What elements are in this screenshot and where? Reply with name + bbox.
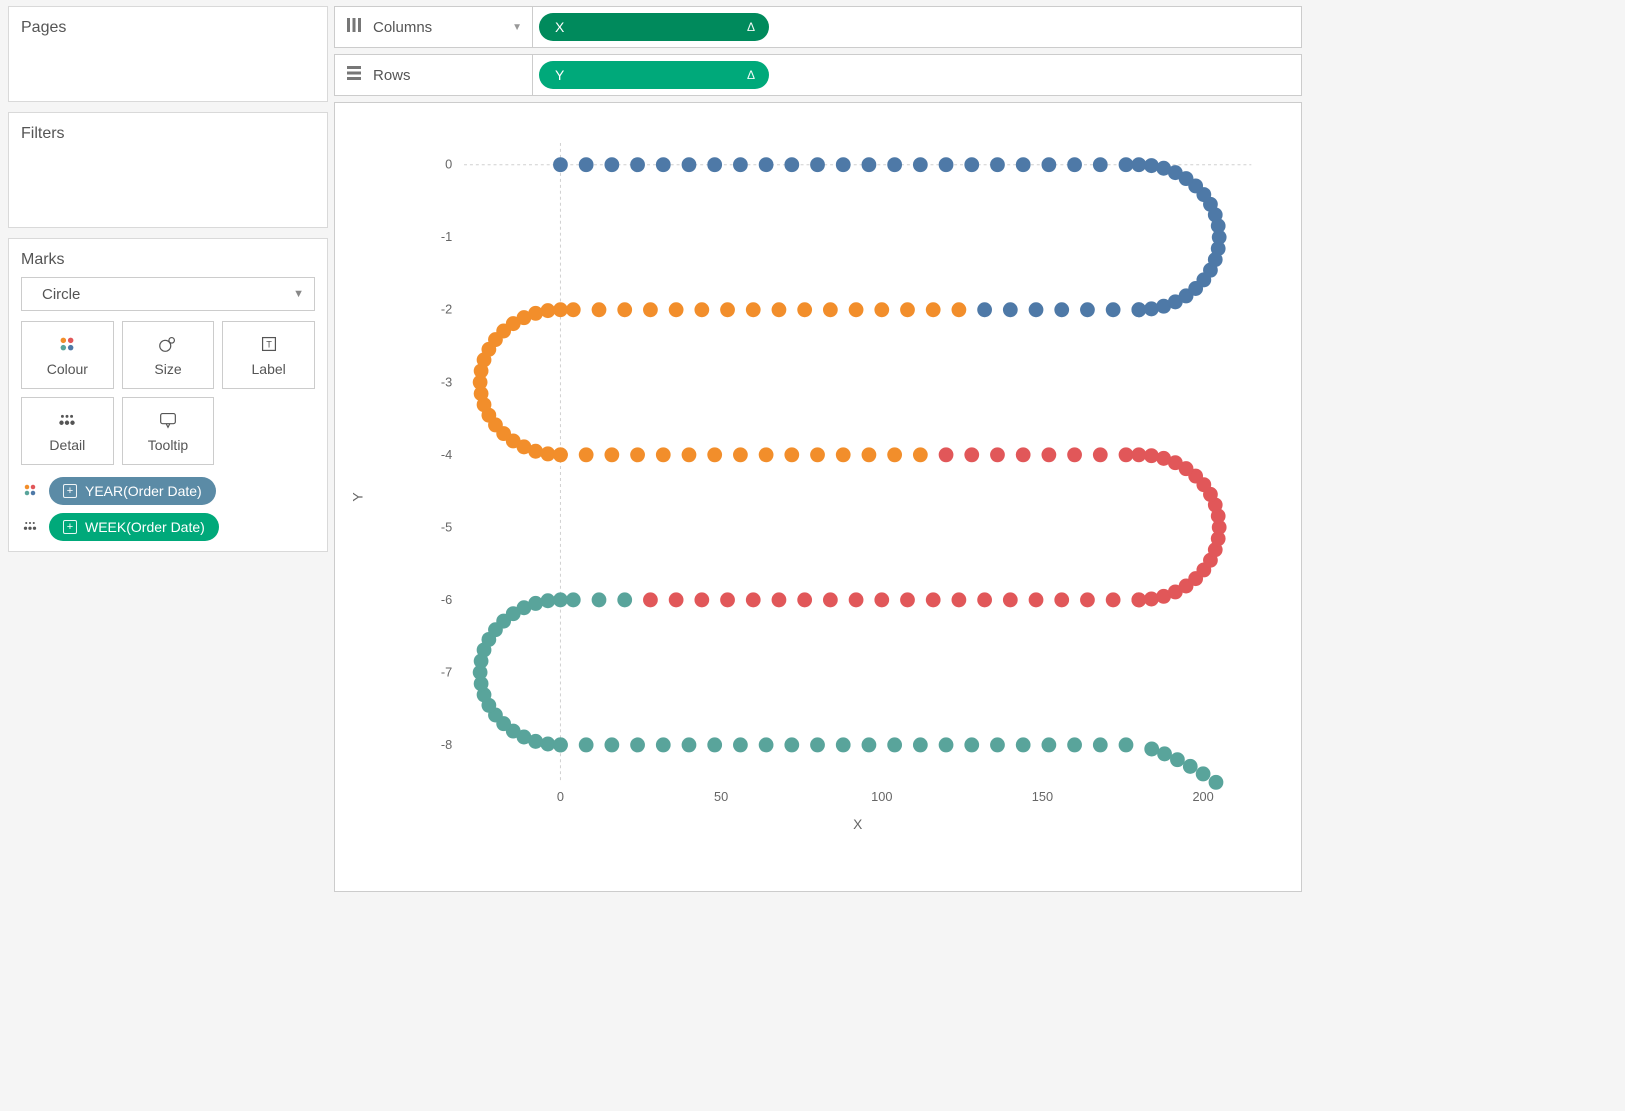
detail-icon [56, 409, 78, 431]
svg-text:200: 200 [1192, 789, 1213, 804]
svg-text:-7: -7 [441, 664, 452, 679]
filters-title: Filters [21, 125, 315, 143]
encoding-row-detail[interactable]: + WEEK(Order Date) [21, 513, 315, 541]
svg-text:-8: -8 [441, 737, 452, 752]
rows-shelf[interactable]: Rows Y Δ [334, 54, 1302, 96]
svg-text:T: T [266, 340, 272, 350]
svg-text:-6: -6 [441, 592, 452, 607]
colour-icon [56, 333, 78, 355]
columns-icon [345, 16, 363, 38]
svg-text:100: 100 [871, 789, 892, 804]
table-calc-icon: Δ [747, 20, 755, 34]
columns-shelf[interactable]: Columns ▼ X Δ [334, 6, 1302, 48]
pages-title: Pages [21, 19, 315, 37]
detail-pill[interactable]: + WEEK(Order Date) [49, 513, 219, 541]
marks-size-button[interactable]: Size [122, 321, 215, 389]
expand-icon: + [63, 520, 77, 534]
expand-icon: + [63, 484, 77, 498]
columns-pill-x[interactable]: X Δ [539, 13, 769, 41]
marks-detail-button[interactable]: Detail [21, 397, 114, 465]
columns-label: Columns [373, 19, 432, 36]
marks-label-button[interactable]: T Label [222, 321, 315, 389]
chart-view[interactable]: Y 0 50 100 150 200 0 -1 -2 -3 -4 -5 -6 -7 -8 X [334, 102, 1302, 892]
colour-pill[interactable]: + YEAR(Order Date) [49, 477, 216, 505]
svg-text:0: 0 [557, 789, 564, 804]
marks-colour-button[interactable]: Colour [21, 321, 114, 389]
detail-icon [21, 517, 39, 538]
mark-type-label: Circle [42, 286, 80, 303]
label-icon: T [258, 333, 280, 355]
marks-tooltip-button[interactable]: Tooltip [122, 397, 215, 465]
chevron-down-icon: ▼ [512, 22, 522, 33]
svg-text:150: 150 [1032, 789, 1053, 804]
svg-text:-5: -5 [441, 519, 452, 534]
size-icon [157, 333, 179, 355]
rows-pill-y[interactable]: Y Δ [539, 61, 769, 89]
marks-title: Marks [21, 251, 315, 269]
svg-text:50: 50 [714, 789, 728, 804]
table-calc-icon: Δ [747, 68, 755, 82]
rows-label: Rows [373, 67, 411, 84]
marks-card: Marks Circle ▼ [8, 238, 328, 552]
rows-icon [345, 64, 363, 86]
mark-type-dropdown[interactable]: Circle ▼ [21, 277, 315, 311]
svg-text:-4: -4 [441, 447, 452, 462]
svg-text:-2: -2 [441, 302, 452, 317]
tooltip-icon [157, 409, 179, 431]
pages-shelf[interactable]: Pages [8, 6, 328, 102]
svg-text:-3: -3 [441, 374, 452, 389]
y-axis-label: Y [350, 492, 366, 501]
colour-icon [21, 481, 39, 502]
svg-text:0: 0 [445, 157, 452, 172]
chevron-down-icon: ▼ [293, 288, 304, 300]
encoding-row-colour[interactable]: + YEAR(Order Date) [21, 477, 315, 505]
svg-text:X: X [853, 816, 862, 832]
svg-text:-1: -1 [441, 229, 452, 244]
filters-shelf[interactable]: Filters [8, 112, 328, 228]
